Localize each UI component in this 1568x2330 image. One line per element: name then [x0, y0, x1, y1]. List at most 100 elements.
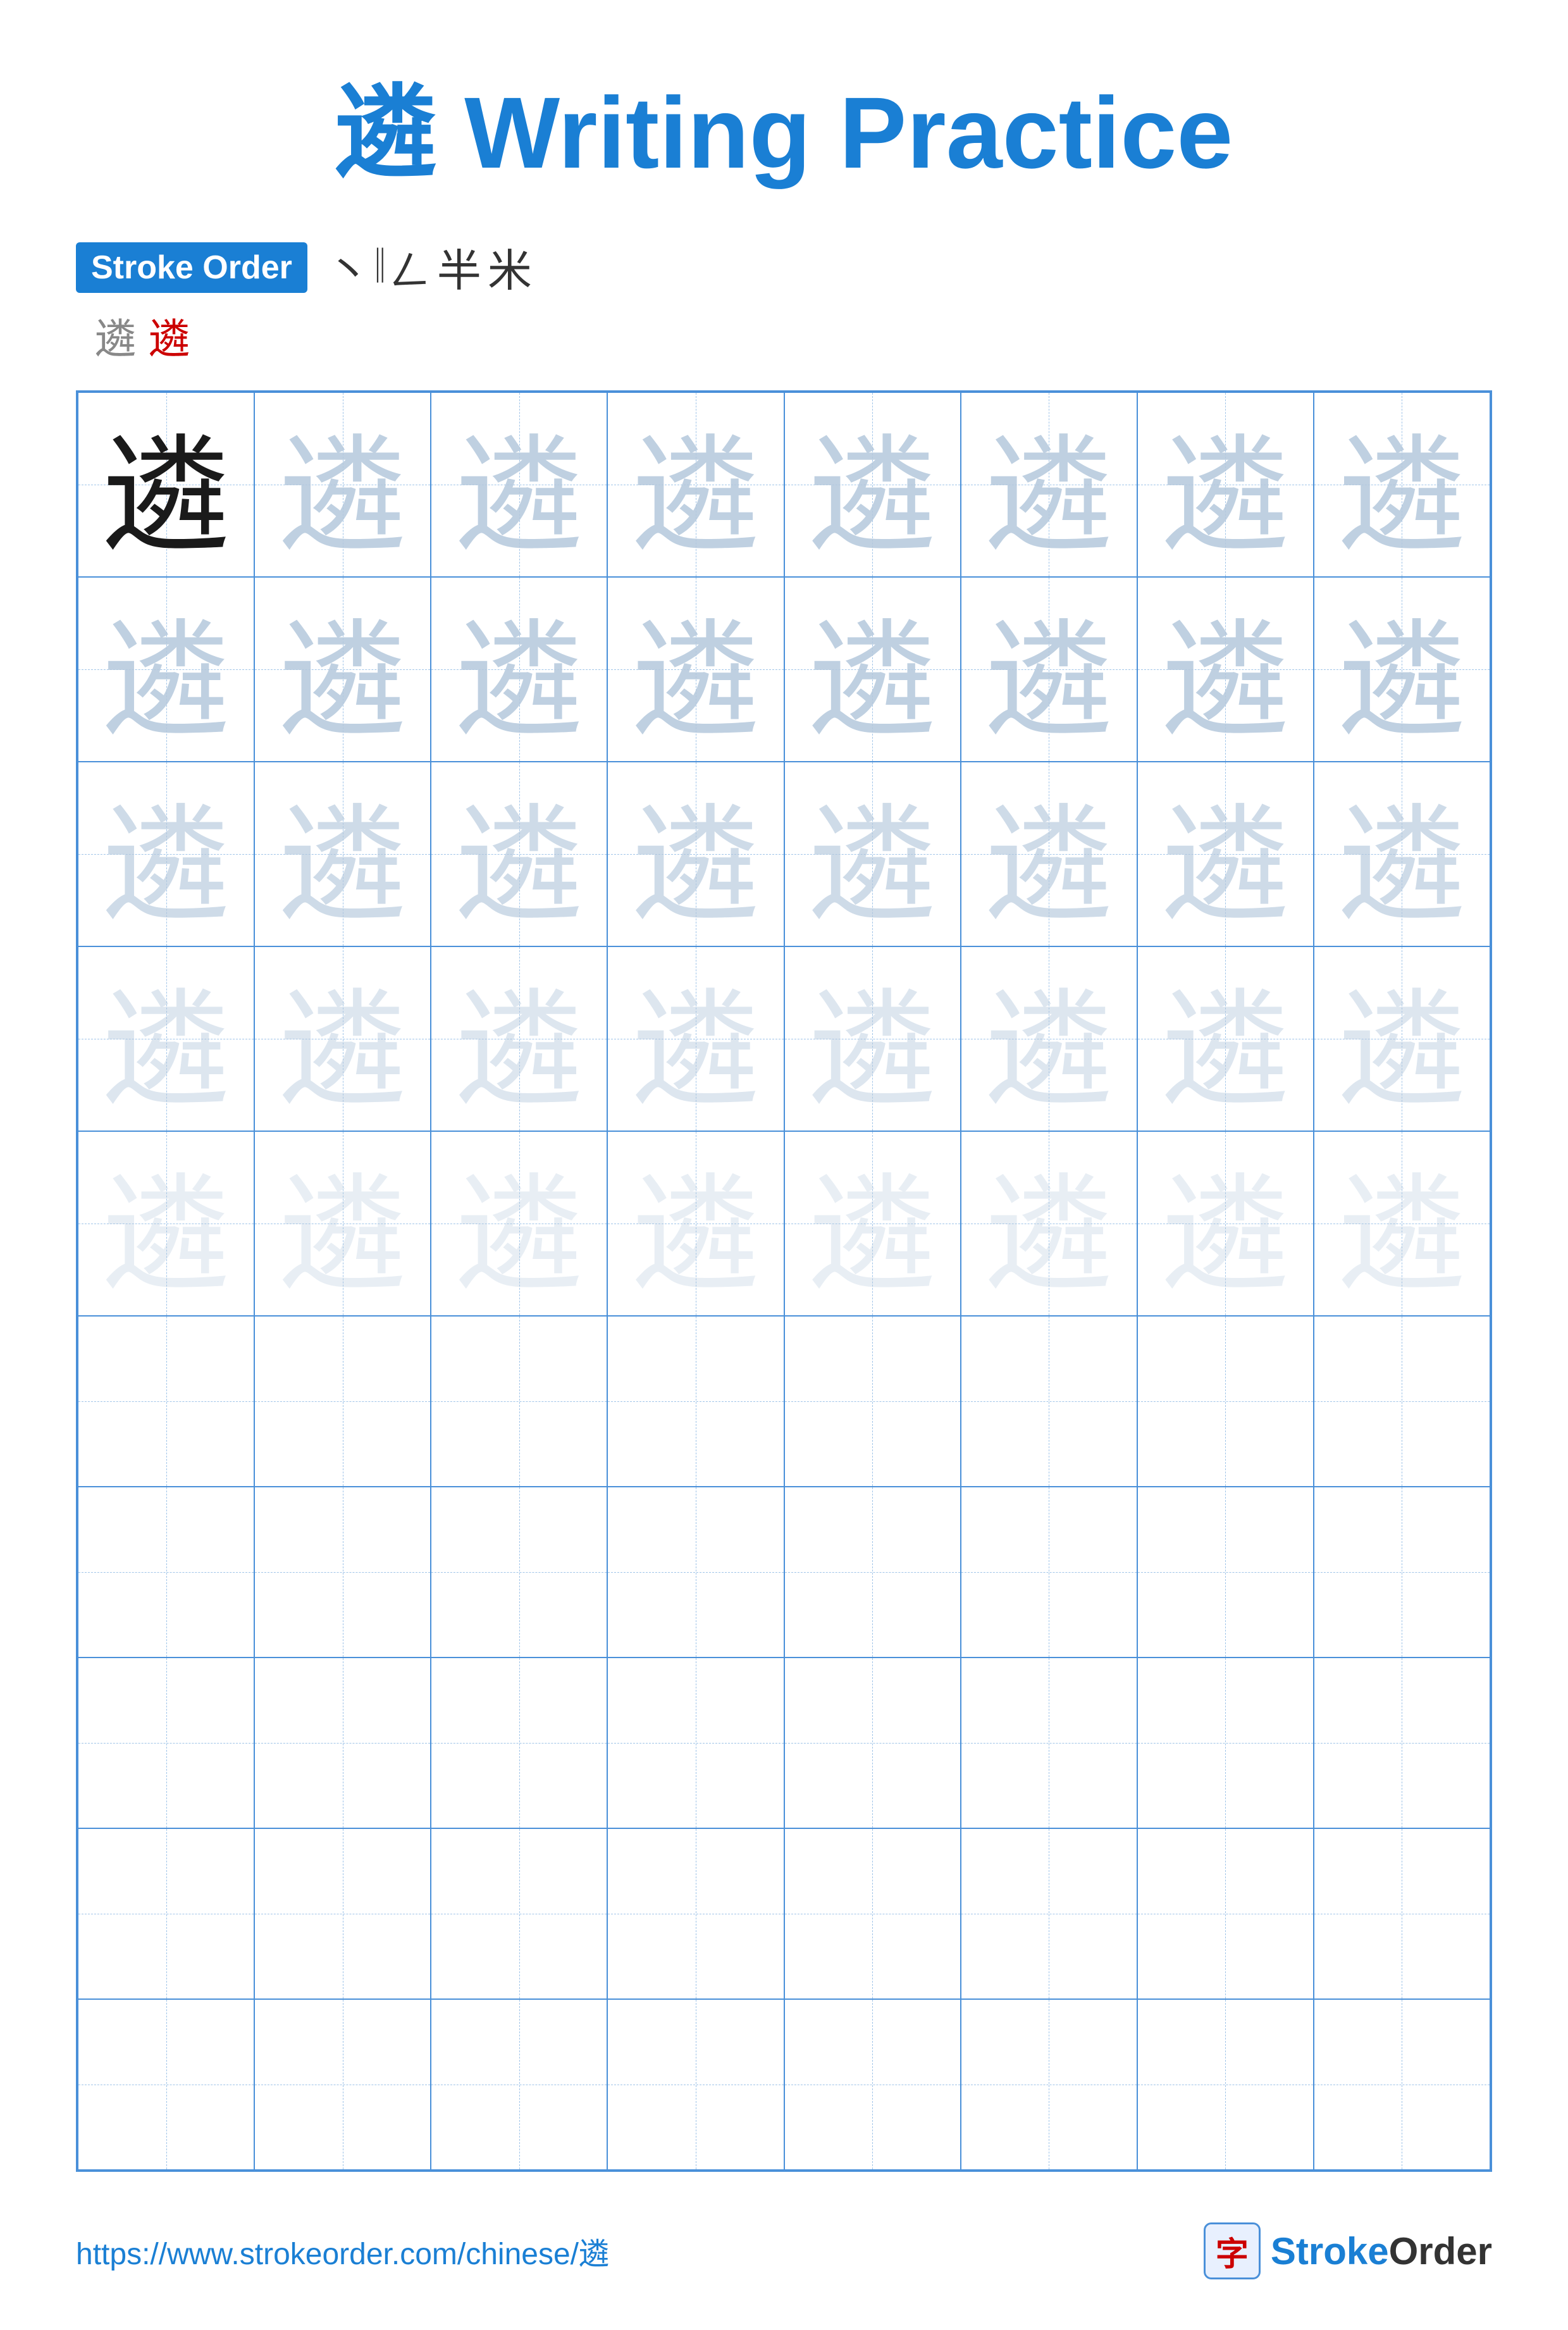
grid-cell[interactable]: 遴	[1137, 946, 1314, 1131]
grid-cell[interactable]: 遴	[78, 577, 254, 762]
grid-cell[interactable]: 遴	[1314, 762, 1490, 946]
grid-cell[interactable]	[78, 1658, 254, 1828]
grid-cell[interactable]: 遴	[431, 762, 607, 946]
grid-cell[interactable]	[1314, 1316, 1490, 1487]
grid-cell[interactable]	[1137, 1487, 1314, 1658]
grid-cell[interactable]	[961, 1658, 1137, 1828]
table-row: 遴 遴 遴 遴 遴 遴 遴 遴	[78, 392, 1490, 577]
grid-cell[interactable]: 遴	[607, 1131, 784, 1316]
grid-cell[interactable]	[78, 1828, 254, 1999]
grid-cell[interactable]: 遴	[1137, 1131, 1314, 1316]
grid-cell[interactable]	[254, 1999, 431, 2170]
grid-cell[interactable]	[1314, 1658, 1490, 1828]
grid-cell[interactable]: 遴	[784, 946, 961, 1131]
stroke-step-2: 𝄁	[377, 242, 383, 293]
grid-cell[interactable]	[431, 1487, 607, 1658]
grid-cell[interactable]	[607, 1658, 784, 1828]
grid-cell[interactable]	[607, 1999, 784, 2170]
practice-char: 遴	[1162, 1167, 1288, 1306]
grid-cell[interactable]	[431, 1658, 607, 1828]
practice-char: 遴	[633, 612, 759, 752]
grid-cell[interactable]	[431, 1316, 607, 1487]
grid-cell[interactable]: 遴	[961, 577, 1137, 762]
practice-char: 遴	[1338, 797, 1465, 937]
grid-cell[interactable]: 遴	[431, 1131, 607, 1316]
grid-cell[interactable]	[607, 1828, 784, 1999]
grid-cell[interactable]	[607, 1316, 784, 1487]
grid-cell[interactable]	[784, 1999, 961, 2170]
grid-cell[interactable]: 遴	[1314, 946, 1490, 1131]
grid-cell[interactable]: 遴	[254, 1131, 431, 1316]
practice-char: 遴	[633, 1167, 759, 1306]
grid-cell[interactable]: 遴	[784, 1131, 961, 1316]
grid-cell[interactable]: 遴	[784, 762, 961, 946]
grid-cell[interactable]	[431, 1999, 607, 2170]
grid-cell[interactable]: 遴	[1137, 577, 1314, 762]
grid-cell[interactable]: 遴	[784, 577, 961, 762]
grid-cell[interactable]	[1314, 1828, 1490, 1999]
practice-char: 遴	[280, 797, 406, 937]
practice-char: 遴	[809, 428, 935, 567]
grid-cell[interactable]: 遴	[961, 392, 1137, 577]
grid-cell[interactable]	[784, 1316, 961, 1487]
grid-cell[interactable]	[784, 1487, 961, 1658]
practice-char: 遴	[809, 1167, 935, 1306]
grid-cell[interactable]	[1137, 1316, 1314, 1487]
footer-url-link[interactable]: https://www.strokeorder.com/chinese/遴	[76, 2229, 609, 2273]
page-title: 遴 Writing Practice	[76, 51, 1492, 197]
grid-cell[interactable]	[254, 1316, 431, 1487]
grid-cell[interactable]	[961, 1487, 1137, 1658]
grid-cell[interactable]: 遴	[254, 577, 431, 762]
stroke-step-14: 遴	[95, 306, 136, 365]
grid-cell[interactable]	[1314, 1487, 1490, 1658]
grid-cell[interactable]	[78, 1999, 254, 2170]
grid-cell[interactable]	[784, 1828, 961, 1999]
grid-cell[interactable]: 遴	[1137, 762, 1314, 946]
grid-cell[interactable]: 遴	[961, 1131, 1137, 1316]
grid-cell[interactable]	[1137, 1658, 1314, 1828]
grid-cell[interactable]	[961, 1316, 1137, 1487]
grid-cell[interactable]	[607, 1487, 784, 1658]
title-text: Writing Practice	[436, 76, 1233, 189]
grid-cell[interactable]: 遴	[607, 946, 784, 1131]
grid-cell[interactable]: 遴	[607, 392, 784, 577]
grid-cell[interactable]: 遴	[961, 762, 1137, 946]
practice-char: 遴	[103, 797, 230, 937]
grid-cell[interactable]	[1137, 1828, 1314, 1999]
grid-cell[interactable]: 遴	[431, 946, 607, 1131]
practice-char: 遴	[456, 797, 583, 937]
grid-cell[interactable]: 遴	[607, 577, 784, 762]
grid-cell[interactable]: 遴	[78, 392, 254, 577]
grid-cell[interactable]	[784, 1658, 961, 1828]
grid-cell[interactable]	[254, 1658, 431, 1828]
grid-cell[interactable]: 遴	[254, 392, 431, 577]
grid-cell[interactable]	[254, 1828, 431, 1999]
grid-cell[interactable]: 遴	[254, 762, 431, 946]
grid-cell[interactable]	[1314, 1999, 1490, 2170]
stroke-step-1: 丶	[326, 235, 371, 299]
grid-cell[interactable]: 遴	[78, 946, 254, 1131]
grid-cell[interactable]: 遴	[961, 946, 1137, 1131]
grid-cell[interactable]: 遴	[431, 392, 607, 577]
grid-cell[interactable]	[961, 1828, 1137, 1999]
practice-char: 遴	[280, 982, 406, 1122]
grid-cell[interactable]	[254, 1487, 431, 1658]
grid-cell[interactable]: 遴	[1314, 392, 1490, 577]
grid-cell[interactable]	[78, 1487, 254, 1658]
grid-cell[interactable]	[1137, 1999, 1314, 2170]
stroke-step-4: 半	[437, 235, 481, 299]
grid-cell[interactable]: 遴	[431, 577, 607, 762]
grid-cell[interactable]	[78, 1316, 254, 1487]
grid-cell[interactable]: 遴	[784, 392, 961, 577]
grid-cell[interactable]: 遴	[1314, 1131, 1490, 1316]
practice-char: 遴	[1338, 1167, 1465, 1306]
grid-cell[interactable]	[961, 1999, 1137, 2170]
table-row	[78, 1316, 1490, 1487]
grid-cell[interactable]: 遴	[78, 1131, 254, 1316]
grid-cell[interactable]: 遴	[607, 762, 784, 946]
grid-cell[interactable]: 遴	[1314, 577, 1490, 762]
grid-cell[interactable]	[431, 1828, 607, 1999]
grid-cell[interactable]: 遴	[78, 762, 254, 946]
grid-cell[interactable]: 遴	[1137, 392, 1314, 577]
grid-cell[interactable]: 遴	[254, 946, 431, 1131]
